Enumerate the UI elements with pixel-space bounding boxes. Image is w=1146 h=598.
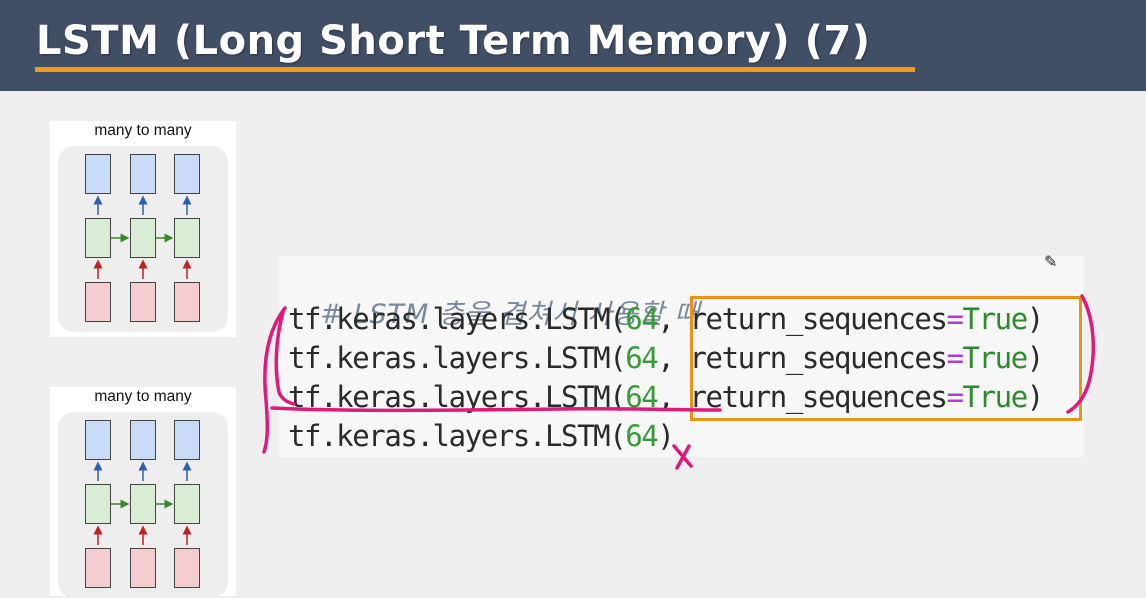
units-arg: 64 [625,380,659,414]
highlight-box [690,296,1082,421]
rnn-diagram-top: many to many [50,121,236,337]
arg-separator: , [657,380,690,414]
pencil-cursor-icon: ✎ [1044,254,1058,271]
slide-title: LSTM (Long Short Term Memory) (7) [36,18,871,64]
call-prefix: tf.keras.layers.LSTM( [288,380,627,414]
call-prefix: tf.keras.layers.LSTM( [288,341,627,375]
slide-header: LSTM (Long Short Term Memory) (7) [0,0,1146,91]
rnn-diagram-bottom: many to many [50,387,236,598]
units-arg: 64 [625,419,659,453]
diagram-arrows [93,461,192,545]
call-prefix: tf.keras.layers.LSTM( [288,419,627,453]
units-arg: 64 [625,341,659,375]
units-arg: 64 [625,302,659,336]
code-line-4: tf.keras.layers.LSTM(64) [288,419,675,453]
arg-separator: , [657,302,690,336]
arg-separator: , [657,341,690,375]
diagram-arrows [93,195,192,279]
title-underline [35,67,915,72]
close-paren: ) [657,419,674,453]
call-prefix: tf.keras.layers.LSTM( [288,302,627,336]
